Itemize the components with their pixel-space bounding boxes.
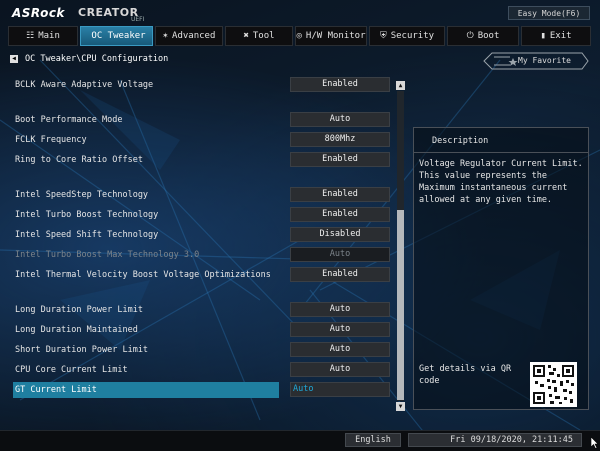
setting-value[interactable]: Enabled — [290, 207, 390, 222]
setting-row[interactable]: Intel Turbo Boost Technology Enabled — [15, 207, 395, 223]
setting-row[interactable]: CPU Core Current Limit Auto — [15, 362, 395, 378]
favorite-label: My Favorite — [518, 56, 571, 65]
setting-name: Long Duration Maintained — [15, 325, 138, 335]
setting-value[interactable]: Auto — [290, 342, 390, 357]
power-icon: ⏻ — [466, 31, 474, 41]
asrock-logo: ASRock — [12, 6, 65, 20]
setting-value[interactable]: Auto — [290, 322, 390, 337]
setting-name: Short Duration Power Limit — [15, 345, 149, 355]
setting-value[interactable]: Enabled — [290, 77, 390, 92]
setting-value[interactable]: Enabled — [290, 187, 390, 202]
setting-value[interactable]: Auto — [290, 112, 390, 127]
monitor-icon: ◎ — [296, 31, 302, 41]
tab-label: H/W Monitor — [305, 31, 366, 41]
breadcrumb-path: OC Tweaker\CPU Configuration — [25, 53, 169, 64]
setting-name: CPU Core Current Limit — [15, 365, 128, 375]
easy-mode-button[interactable]: Easy Mode(F6) — [508, 6, 590, 20]
setting-row[interactable]: FCLK Frequency 800Mhz — [15, 132, 395, 148]
setting-name: FCLK Frequency — [15, 135, 87, 145]
tab-boot[interactable]: ⏻ Boot — [447, 26, 519, 46]
setting-name: GT Current Limit — [15, 385, 97, 395]
setting-value[interactable]: Disabled — [290, 227, 390, 242]
tab-label: Tool — [252, 31, 275, 41]
description-text: Voltage Regulator Current Limit. This va… — [419, 159, 583, 205]
date-time-display: Fri 09/18/2020, 21:11:45 — [408, 433, 582, 447]
mouse-cursor-icon — [591, 437, 599, 449]
tools-icon: ✖ — [243, 31, 249, 41]
setting-value[interactable]: 800Mhz — [290, 132, 390, 147]
shield-icon: ⛨ — [379, 31, 387, 41]
my-favorite-button[interactable]: My Favorite — [482, 51, 590, 71]
product-name: CREATOR — [78, 6, 139, 19]
setting-value[interactable]: Auto — [290, 382, 390, 397]
tab-main[interactable]: ☷ Main — [8, 26, 78, 46]
uefi-label: UEFI — [131, 16, 145, 23]
star-icon: ✶ — [162, 31, 169, 41]
setting-row[interactable]: BCLK Aware Adaptive Voltage Enabled — [15, 77, 395, 93]
setting-name: Intel Turbo Boost Max Technology 3.0 — [15, 250, 200, 260]
setting-row[interactable]: Ring to Core Ratio Offset Enabled — [15, 152, 395, 168]
qr-caption: Get details via QR code — [419, 364, 512, 386]
scroll-up-arrow-icon[interactable]: ▲ — [396, 81, 405, 90]
tab-security[interactable]: ⛨ Security — [369, 26, 445, 46]
setting-name: BCLK Aware Adaptive Voltage — [15, 80, 154, 90]
setting-value[interactable]: Auto — [290, 362, 390, 377]
tab-label: Main — [38, 31, 60, 41]
tab-label: Boot — [477, 31, 500, 41]
back-arrow-icon[interactable]: ◀ — [10, 54, 18, 63]
setting-value[interactable]: Enabled — [290, 152, 390, 167]
tab-label: OC Tweaker — [91, 31, 146, 41]
setting-value: Auto — [290, 247, 390, 262]
language-selector[interactable]: English — [345, 433, 401, 447]
breadcrumb: ◀ OC Tweaker\CPU Configuration — [10, 53, 168, 64]
tab-advanced[interactable]: ✶ Advanced — [155, 26, 223, 46]
exit-icon: ▮ — [540, 31, 546, 41]
setting-row-selected[interactable]: GT Current Limit Auto — [13, 382, 395, 398]
tab-label: Exit — [549, 31, 572, 41]
description-header: Description — [414, 128, 588, 153]
setting-row[interactable]: Boot Performance Mode Auto — [15, 112, 395, 128]
setting-row[interactable]: Long Duration Power Limit Auto — [15, 302, 395, 318]
qr-code — [530, 362, 577, 407]
setting-row[interactable]: Short Duration Power Limit Auto — [15, 342, 395, 358]
setting-row[interactable]: Intel SpeedStep Technology Enabled — [15, 187, 395, 203]
setting-row[interactable]: Long Duration Maintained Auto — [15, 322, 395, 338]
setting-name: Boot Performance Mode — [15, 115, 123, 125]
tab-label: Security — [390, 31, 435, 41]
setting-value[interactable]: Enabled — [290, 267, 390, 282]
setting-name: Intel Turbo Boost Technology — [15, 210, 159, 220]
setting-row: Intel Turbo Boost Max Technology 3.0 Aut… — [15, 247, 395, 263]
tab-tool[interactable]: ✖ Tool — [225, 26, 293, 46]
description-title: Description — [432, 136, 489, 146]
setting-row[interactable]: Intel Thermal Velocity Boost Voltage Opt… — [15, 267, 395, 283]
setting-name: Intel Thermal Velocity Boost Voltage Opt… — [15, 270, 271, 280]
setting-name: Intel Speed Shift Technology — [15, 230, 159, 240]
setting-name: Long Duration Power Limit — [15, 305, 143, 315]
setting-row[interactable]: Intel Speed Shift Technology Disabled — [15, 227, 395, 243]
setting-value[interactable]: Auto — [290, 302, 390, 317]
tab-hw-monitor[interactable]: ◎ H/W Monitor — [295, 26, 367, 46]
setting-name: Intel SpeedStep Technology — [15, 190, 149, 200]
setting-name: Ring to Core Ratio Offset — [15, 155, 143, 165]
scroll-down-arrow-icon[interactable]: ▼ — [396, 402, 405, 411]
tab-oc-tweaker[interactable]: OC Tweaker — [80, 26, 153, 46]
tab-exit[interactable]: ▮ Exit — [521, 26, 591, 46]
tab-label: Advanced — [172, 31, 216, 41]
main-tab-bar: ☷ Main OC Tweaker ✶ Advanced ✖ Tool ◎ H/… — [8, 26, 593, 46]
grid-icon: ☷ — [26, 31, 35, 41]
scrollbar-thumb[interactable] — [397, 210, 404, 400]
